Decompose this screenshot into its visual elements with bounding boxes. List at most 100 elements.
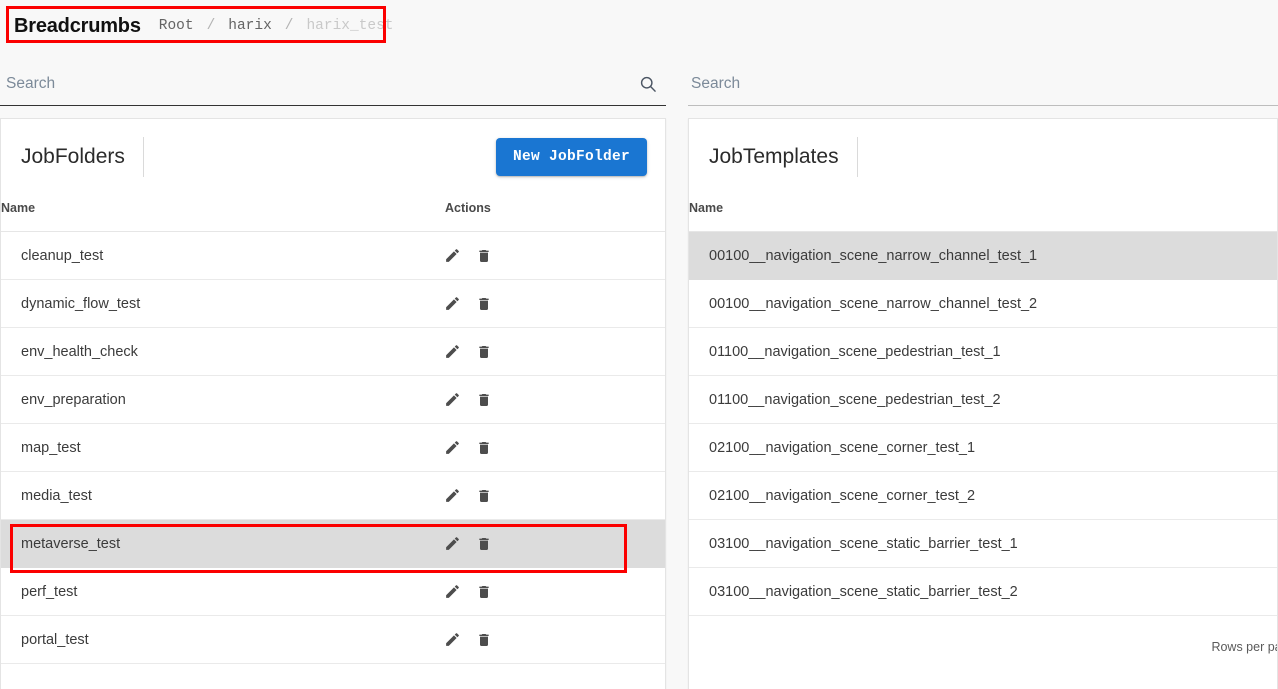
- pencil-icon[interactable]: [443, 295, 461, 313]
- jobfolder-name-cell[interactable]: portal_test: [1, 615, 443, 664]
- table-row[interactable]: 01100__navigation_scene_pedestrian_test_…: [689, 327, 1277, 376]
- row-actions: [443, 583, 665, 601]
- jobfolders-title: JobFolders: [21, 145, 125, 168]
- table-row[interactable]: 00100__navigation_scene_narrow_channel_t…: [689, 279, 1277, 328]
- jobtemplates-toolbar: JobTemplates: [689, 119, 1277, 195]
- rows-per-page-label: Rows per page:: [1211, 640, 1277, 654]
- table-row[interactable]: media_test: [1, 471, 665, 520]
- trash-icon[interactable]: [475, 247, 493, 265]
- jobtemplates-footer: Rows per page:: [689, 616, 1277, 678]
- table-row[interactable]: 02100__navigation_scene_corner_test_2: [689, 471, 1277, 520]
- table-row[interactable]: env_health_check: [1, 327, 665, 376]
- column-header-actions: Actions: [443, 195, 665, 232]
- jobfolder-name-cell[interactable]: env_health_check: [1, 327, 443, 376]
- jobtemplate-name-cell[interactable]: 00100__navigation_scene_narrow_channel_t…: [689, 231, 1277, 280]
- jobtemplates-search-container: Search: [688, 64, 1278, 106]
- trash-icon[interactable]: [475, 487, 493, 505]
- trash-icon[interactable]: [475, 295, 493, 313]
- table-row[interactable]: portal_test: [1, 615, 665, 664]
- jobfolder-name-cell[interactable]: media_test: [1, 471, 443, 520]
- jobfolder-name-cell[interactable]: env_preparation: [1, 375, 443, 424]
- breadcrumb: Root / harix / harix_test: [159, 18, 394, 34]
- table-row[interactable]: 01100__navigation_scene_pedestrian_test_…: [689, 375, 1277, 424]
- jobfolders-table-body: cleanup_test dynamic_flow_test env_health_…: [1, 231, 665, 689]
- search-icon[interactable]: [638, 74, 658, 94]
- jobfolder-name-cell[interactable]: metaverse_test: [1, 519, 443, 568]
- row-actions: [443, 439, 665, 457]
- breadcrumb-item-harix-test[interactable]: harix_test: [306, 18, 393, 34]
- jobfolders-panel: JobFolders New JobFolder Name Actions cl…: [0, 118, 666, 689]
- table-row[interactable]: 00100__navigation_scene_narrow_channel_t…: [689, 231, 1277, 280]
- jobtemplate-name-cell[interactable]: 00100__navigation_scene_narrow_channel_t…: [689, 279, 1277, 328]
- jobfolders-search-field[interactable]: Search: [0, 68, 666, 106]
- new-jobfolder-button[interactable]: New JobFolder: [495, 138, 647, 176]
- jobtemplates-table-body: 00100__navigation_scene_narrow_channel_t…: [689, 231, 1277, 616]
- column-header-name: Name: [689, 195, 1277, 232]
- jobtemplate-name-cell[interactable]: 01100__navigation_scene_pedestrian_test_…: [689, 375, 1277, 424]
- pencil-icon[interactable]: [443, 583, 461, 601]
- jobfolders-search-container: Search: [0, 64, 666, 106]
- pencil-icon[interactable]: [443, 439, 461, 457]
- table-row[interactable]: 02100__navigation_scene_corner_test_1: [689, 423, 1277, 472]
- jobfolder-name-cell[interactable]: [1, 663, 443, 689]
- jobfolder-actions-cell: [443, 375, 665, 424]
- trash-icon[interactable]: [475, 631, 493, 649]
- breadcrumb-item-harix[interactable]: harix: [228, 18, 272, 34]
- table-row[interactable]: [1, 663, 665, 689]
- table-header-row: Name Actions: [1, 195, 665, 232]
- table-row[interactable]: map_test: [1, 423, 665, 472]
- jobfolder-name-cell[interactable]: cleanup_test: [1, 231, 443, 280]
- jobfolder-actions-cell: [443, 567, 665, 616]
- pencil-icon[interactable]: [443, 535, 461, 553]
- table-row[interactable]: 03100__navigation_scene_static_barrier_t…: [689, 519, 1277, 568]
- row-actions: [443, 391, 665, 409]
- trash-icon[interactable]: [475, 583, 493, 601]
- pencil-icon[interactable]: [443, 343, 461, 361]
- jobtemplate-name-cell[interactable]: 01100__navigation_scene_pedestrian_test_…: [689, 327, 1277, 376]
- row-actions: [443, 535, 665, 553]
- trash-icon[interactable]: [475, 343, 493, 361]
- jobfolder-actions-cell: [443, 663, 665, 689]
- row-actions: [443, 247, 665, 265]
- breadcrumb-item-root[interactable]: Root: [159, 18, 194, 34]
- table-row[interactable]: metaverse_test: [1, 519, 665, 568]
- row-actions: [443, 631, 665, 649]
- jobtemplate-name-cell[interactable]: 03100__navigation_scene_static_barrier_t…: [689, 519, 1277, 568]
- pencil-icon[interactable]: [443, 247, 461, 265]
- table-row[interactable]: cleanup_test: [1, 231, 665, 280]
- jobtemplate-name-cell[interactable]: 02100__navigation_scene_corner_test_2: [689, 471, 1277, 520]
- jobfolder-actions-cell: [443, 327, 665, 376]
- jobtemplates-search-field[interactable]: Search: [688, 68, 1278, 106]
- breadcrumb-bar: Breadcrumbs Root / harix / harix_test: [0, 0, 1278, 52]
- pencil-icon[interactable]: [443, 631, 461, 649]
- jobfolder-actions-cell: [443, 471, 665, 520]
- jobfolder-actions-cell: [443, 615, 665, 664]
- breadcrumb-title: Breadcrumbs: [14, 14, 141, 37]
- breadcrumb-separator: /: [284, 18, 294, 34]
- trash-icon[interactable]: [475, 391, 493, 409]
- table-header-row: Name: [689, 195, 1277, 232]
- jobfolder-name-cell[interactable]: perf_test: [1, 567, 443, 616]
- jobtemplates-title: JobTemplates: [709, 145, 839, 168]
- trash-icon[interactable]: [475, 439, 493, 457]
- table-row[interactable]: dynamic_flow_test: [1, 279, 665, 328]
- jobfolders-toolbar: JobFolders New JobFolder: [1, 119, 665, 195]
- jobtemplates-search-input[interactable]: Search: [688, 75, 740, 93]
- jobfolder-name-cell[interactable]: map_test: [1, 423, 443, 472]
- page-root: Breadcrumbs Root / harix / harix_test Se…: [0, 0, 1278, 689]
- jobtemplates-panel: JobTemplates Name 00100__navigation_scen…: [688, 118, 1278, 689]
- jobtemplate-name-cell[interactable]: 02100__navigation_scene_corner_test_1: [689, 423, 1277, 472]
- trash-icon[interactable]: [475, 535, 493, 553]
- row-actions: [443, 295, 665, 313]
- title-divider: [856, 137, 858, 177]
- jobtemplates-table-head: Name: [689, 195, 1277, 232]
- jobfolder-actions-cell: [443, 231, 665, 280]
- jobtemplate-name-cell[interactable]: 03100__navigation_scene_static_barrier_t…: [689, 567, 1277, 616]
- jobfolders-search-input[interactable]: Search: [3, 75, 55, 93]
- pencil-icon[interactable]: [443, 391, 461, 409]
- pencil-icon[interactable]: [443, 487, 461, 505]
- table-row[interactable]: perf_test: [1, 567, 665, 616]
- table-row[interactable]: env_preparation: [1, 375, 665, 424]
- table-row[interactable]: 03100__navigation_scene_static_barrier_t…: [689, 567, 1277, 616]
- jobfolder-name-cell[interactable]: dynamic_flow_test: [1, 279, 443, 328]
